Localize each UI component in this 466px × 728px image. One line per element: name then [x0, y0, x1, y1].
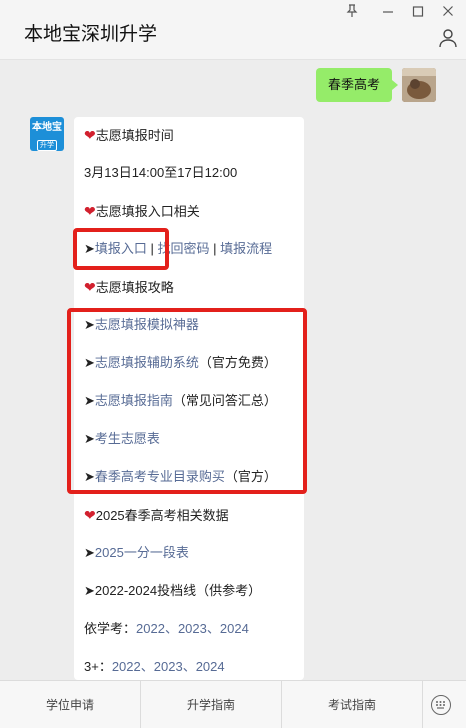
keyboard-icon[interactable]	[431, 695, 451, 715]
maximize-icon[interactable]	[409, 4, 427, 20]
highlight-box-entry	[73, 228, 169, 270]
cutoff-by-xuekao: 依学考：2022、2023、2024	[84, 621, 249, 636]
official-account-avatar[interactable]: 本地宝 升学	[30, 117, 64, 151]
pin-icon[interactable]	[343, 4, 361, 20]
cutoff-by-3plus: 3+：2022、2023、2024	[84, 659, 225, 674]
heart-icon: ❤	[84, 279, 96, 295]
arrow-icon: ➤	[84, 545, 95, 560]
close-icon[interactable]	[439, 4, 457, 20]
heart-icon: ❤	[84, 203, 96, 219]
data-item-cutoff: ➤2022-2024投档线（供参考）	[84, 583, 262, 598]
highlight-box-strategy	[67, 308, 307, 494]
link-score-table[interactable]: 2025一分一段表	[95, 545, 189, 560]
link-year-2024[interactable]: 2024	[196, 659, 225, 674]
data-item-score-table: ➤2025一分一段表	[84, 545, 189, 561]
person-icon[interactable]	[438, 28, 458, 48]
minimize-icon[interactable]	[379, 4, 397, 20]
avatar-logo-badge: 升学	[37, 140, 57, 151]
title-bar: 本地宝深圳升学	[0, 0, 466, 60]
user-message-text: 春季高考	[327, 77, 380, 92]
section-heading-time: ❤志愿填报时间	[84, 127, 174, 143]
link-year-2023[interactable]: 2023	[178, 621, 207, 636]
link-year-2022[interactable]: 2022	[136, 621, 165, 636]
menu-item-exam[interactable]: 考试指南	[282, 681, 422, 728]
section-heading-data: ❤2025春季高考相关数据	[84, 507, 229, 523]
chat-title: 本地宝深圳升学	[24, 24, 158, 45]
link-year-2022[interactable]: 2022	[112, 659, 141, 674]
link-year-2023[interactable]: 2023	[154, 659, 183, 674]
menu-item-guide[interactable]: 升学指南	[141, 681, 281, 728]
arrow-icon: ➤	[84, 583, 95, 598]
menu-divider	[422, 681, 423, 728]
time-range-text: 3月13日14:00至17日12:00	[84, 165, 238, 180]
link-process[interactable]: 填报流程	[220, 241, 272, 256]
user-avatar[interactable]	[402, 68, 436, 102]
heart-icon: ❤	[84, 127, 96, 143]
section-heading-entry: ❤志愿填报入口相关	[84, 203, 200, 219]
section-heading-strategy: ❤志愿填报攻略	[84, 279, 174, 295]
avatar-logo-text: 本地宝	[32, 122, 62, 133]
user-message-bubble[interactable]: 春季高考	[315, 68, 399, 102]
menu-item-degree[interactable]: 学位申请	[0, 681, 140, 728]
bottom-menu: 学位申请 升学指南 考试指南	[0, 680, 466, 728]
heart-icon: ❤	[84, 507, 96, 523]
link-year-2024[interactable]: 2024	[220, 621, 249, 636]
